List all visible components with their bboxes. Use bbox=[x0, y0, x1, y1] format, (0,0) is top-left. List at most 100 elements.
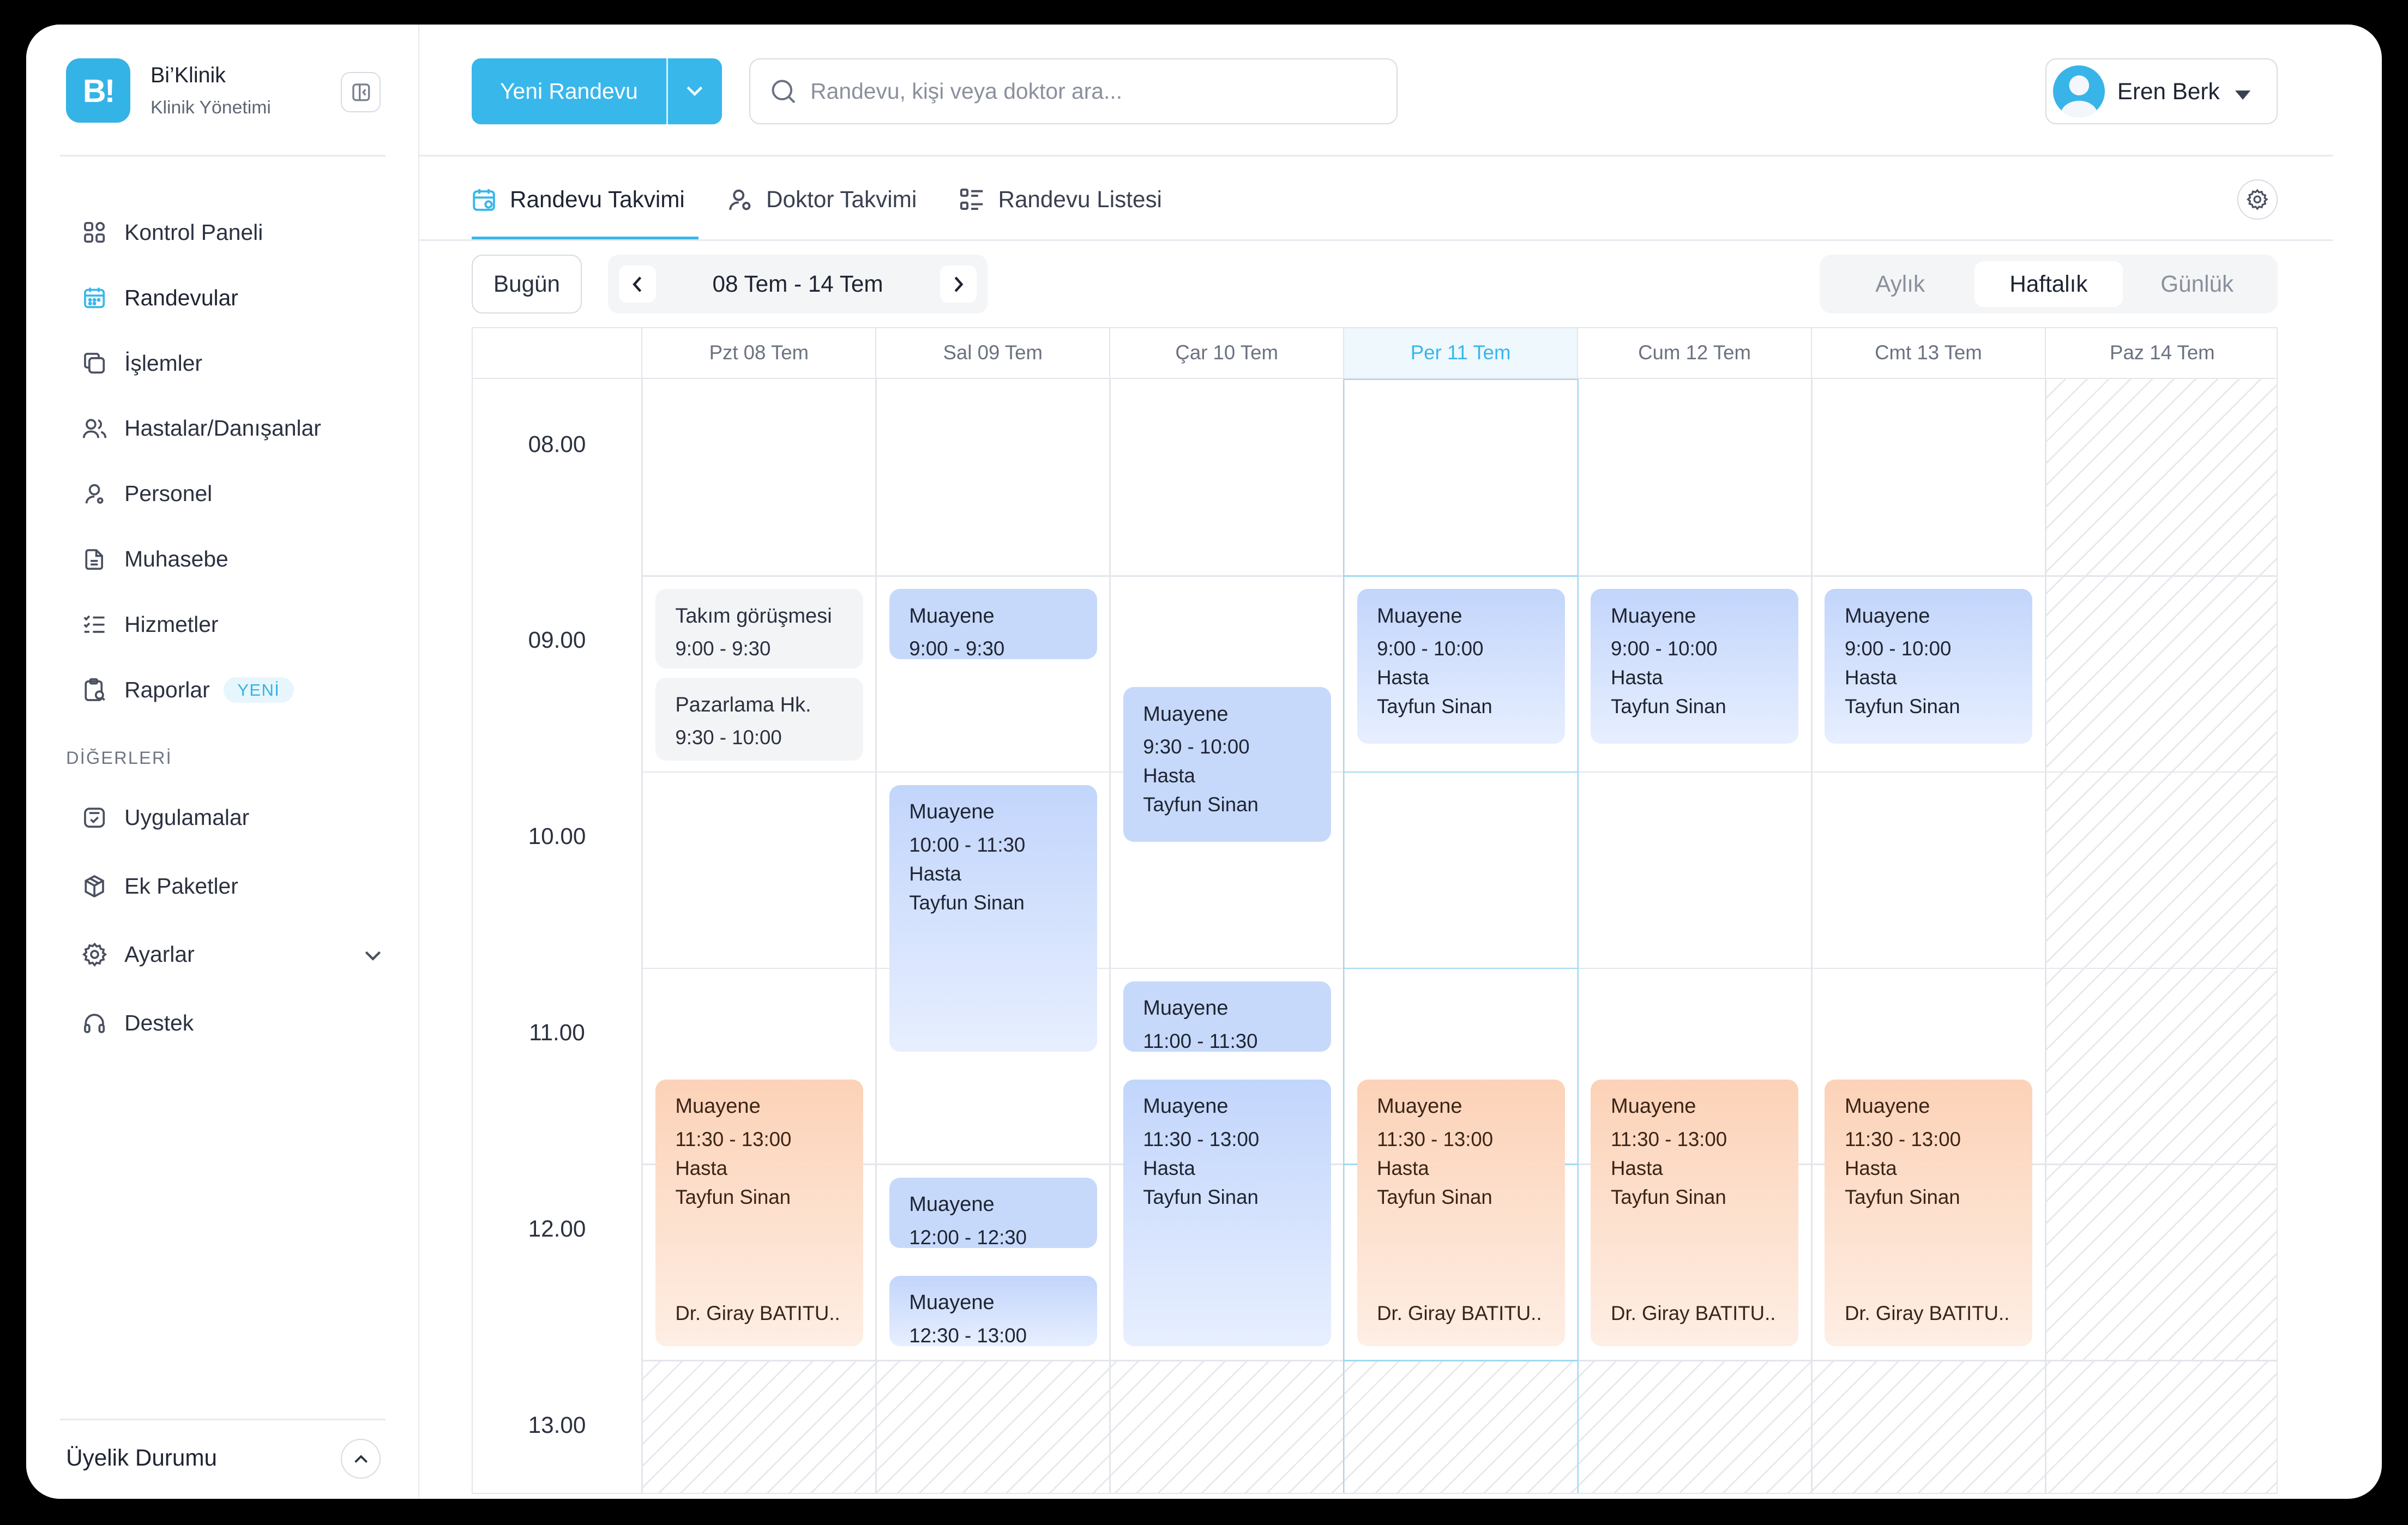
appointment-card[interactable]: Muayene 9:00 - 10:00 Hasta Tayfun Sinan bbox=[1825, 589, 2033, 744]
new-badge: YENİ bbox=[224, 677, 294, 703]
appointment-card[interactable]: Muayene9:00 - 9:30HastaTayfun Sinan bbox=[889, 589, 1097, 660]
chevron-down-icon bbox=[687, 86, 703, 97]
grid-hline bbox=[641, 967, 2277, 969]
appointment-card[interactable]: Pazarlama Hk. 9:30 - 10:00 bbox=[655, 678, 863, 761]
today-button[interactable]: Bugün bbox=[471, 255, 582, 314]
appointment-card[interactable]: Muayene 10:00 - 11:30 Hasta Tayfun Sinan bbox=[889, 785, 1097, 1052]
appointment-time: 9:30 - 10:00 bbox=[1143, 736, 1250, 758]
appointment-title: Muayene bbox=[1611, 604, 1696, 628]
appointment-title: Pazarlama Hk. bbox=[675, 693, 811, 716]
sidebar-item-label: Uygulamalar bbox=[124, 804, 250, 830]
view-monthly[interactable]: Aylık bbox=[1826, 261, 1974, 307]
calendar-settings-button[interactable] bbox=[2237, 179, 2278, 220]
day-header[interactable]: Cmt 13 Tem bbox=[1810, 328, 2045, 379]
tab-randevu-takvimi[interactable]: Randevu Takvimi bbox=[472, 178, 685, 221]
appointment-card[interactable]: Muayene11:00 - 11:30HastaTayfun Sinan bbox=[1123, 981, 1331, 1052]
day-header[interactable]: Sal 09 Tem bbox=[875, 328, 1110, 379]
unavailable-day-hatch bbox=[2044, 378, 2277, 1493]
appointment-card[interactable]: Muayene 9:00 - 10:00 Hasta Tayfun Sinan bbox=[1357, 589, 1565, 744]
search-box[interactable] bbox=[749, 58, 1398, 125]
appointment-time: 11:30 - 13:00 bbox=[1377, 1128, 1494, 1151]
chevron-up-icon bbox=[354, 1455, 368, 1463]
sidebar-item-ayarlar[interactable]: Ayarlar bbox=[81, 920, 388, 989]
divider bbox=[419, 155, 2333, 157]
day-header[interactable]: Çar 10 Tem bbox=[1109, 328, 1344, 379]
appointment-title: Muayene bbox=[1143, 997, 1229, 1020]
appointment-title: Muayene bbox=[1844, 604, 1930, 628]
appointment-card[interactable]: Muayene 11:30 - 13:00 Hasta Tayfun Sinan Dr.… bbox=[1357, 1079, 1565, 1347]
appointment-time: 9:00 - 9:30 bbox=[675, 637, 771, 660]
grid-vline bbox=[2044, 378, 2046, 1493]
tab-doktor-takvimi[interactable]: Doktor Takvimi bbox=[728, 178, 917, 221]
appointment-type: Hasta bbox=[1611, 666, 1663, 689]
appointment-title: Muayene bbox=[909, 604, 995, 628]
nav-section-title: DİĞERLERİ bbox=[66, 748, 172, 768]
appointment-card[interactable]: Muayene 11:30 - 13:00 Hasta Tayfun Sinan bbox=[1123, 1079, 1331, 1347]
appointment-doctor: Dr. Giray BATITU.. bbox=[1377, 1302, 1542, 1325]
appointment-time: 9:00 - 10:00 bbox=[1844, 637, 1952, 660]
sidebar-item-hizmetler[interactable]: Hizmetler bbox=[81, 592, 388, 658]
divider bbox=[666, 58, 669, 125]
day-header[interactable]: Per 11 Tem bbox=[1343, 328, 1578, 379]
hour-label: 08.00 bbox=[528, 431, 586, 457]
sidebar-item-label: Randevular bbox=[124, 285, 238, 310]
gear-icon bbox=[2247, 189, 2268, 210]
sidebar-item-personel[interactable]: Personel bbox=[81, 461, 388, 527]
appointment-type: Hasta bbox=[1377, 666, 1429, 689]
sidebar-item-hastalar[interactable]: Hastalar/Danışanlar bbox=[81, 396, 388, 461]
search-input[interactable] bbox=[810, 79, 1364, 105]
appointment-doctor: Dr. Giray BATITU.. bbox=[675, 1302, 840, 1325]
appointment-person: Tayfun Sinan bbox=[909, 891, 1025, 914]
sidebar-item-ek-paketler[interactable]: Ek Paketler bbox=[81, 852, 388, 920]
sidebar-item-uygulamalar[interactable]: Uygulamalar bbox=[81, 783, 388, 852]
appointment-type: Hasta bbox=[1844, 666, 1897, 689]
previous-week-button[interactable] bbox=[618, 266, 656, 303]
appointment-card[interactable]: Muayene 11:30 - 13:00 Hasta Tayfun Sinan Dr.… bbox=[655, 1079, 863, 1347]
day-header[interactable]: Pzt 08 Tem bbox=[641, 328, 876, 379]
collapse-sidebar-button[interactable] bbox=[341, 72, 381, 112]
sidebar-item-label: Destek bbox=[124, 1010, 194, 1036]
appointment-time: 11:00 - 11:30 bbox=[1143, 1030, 1258, 1052]
main-nav: Kontrol Paneli Randevular İşlemler Hasta… bbox=[81, 200, 388, 723]
appointment-person: Tayfun Sinan bbox=[1844, 1186, 1960, 1209]
sidebar-item-label: Kontrol Paneli bbox=[124, 219, 263, 245]
next-week-button[interactable] bbox=[940, 266, 977, 303]
grid-vline bbox=[641, 378, 643, 1493]
grid-hline bbox=[641, 1360, 2277, 1362]
appointment-card[interactable]: Muayene12:00 - 12:30HastaTayfun Sinan bbox=[889, 1177, 1097, 1249]
new-appointment-button[interactable]: Yeni Randevu bbox=[471, 58, 722, 125]
day-header[interactable]: Cum 12 Tem bbox=[1577, 328, 1811, 379]
view-daily[interactable]: Günlük bbox=[2123, 261, 2271, 307]
grid-hline bbox=[641, 771, 2277, 773]
brand[interactable]: B! Bi’Klinik Klinik Yönetimi bbox=[66, 58, 271, 123]
day-header[interactable]: Paz 14 Tem bbox=[2044, 328, 2277, 379]
membership-status-label[interactable]: Üyelik Durumu bbox=[66, 1445, 217, 1471]
appointment-card[interactable]: Muayene 11:30 - 13:00 Hasta Tayfun Sinan Dr.… bbox=[1825, 1079, 2033, 1347]
appointment-title: Muayene bbox=[909, 1193, 995, 1216]
appointment-person: Tayfun Sinan bbox=[1611, 1186, 1726, 1209]
sidebar-item-destek[interactable]: Destek bbox=[81, 989, 388, 1058]
list-icon bbox=[960, 188, 984, 211]
sidebar-item-muhasebe[interactable]: Muhasebe bbox=[81, 527, 388, 592]
user-menu[interactable]: Eren Berk bbox=[2045, 58, 2278, 125]
membership-toggle-button[interactable] bbox=[341, 1438, 381, 1479]
appointment-person: Tayfun Sinan bbox=[1143, 793, 1259, 816]
sidebar-item-raporlar[interactable]: Raporlar YENİ bbox=[81, 658, 388, 723]
appointment-card[interactable]: Takım görüşmesi 9:00 - 9:30 bbox=[655, 589, 863, 669]
new-appointment-label[interactable]: Yeni Randevu bbox=[472, 79, 667, 104]
tab-randevu-listesi[interactable]: Randevu Listesi bbox=[960, 178, 1162, 221]
appointment-card[interactable]: Muayene12:30 - 13:00HastaTayfun Sinan bbox=[889, 1275, 1097, 1347]
dashboard-icon bbox=[81, 219, 107, 245]
appointment-card[interactable]: Muayene 9:00 - 10:00 Hasta Tayfun Sinan bbox=[1591, 589, 1799, 744]
sidebar-item-kontrol-paneli[interactable]: Kontrol Paneli bbox=[81, 200, 388, 265]
sidebar-item-label: Personel bbox=[124, 481, 213, 507]
appointment-type: Hasta bbox=[909, 863, 961, 885]
appointment-card[interactable]: Muayene 11:30 - 13:00 Hasta Tayfun Sinan Dr.… bbox=[1591, 1079, 1799, 1347]
view-weekly[interactable]: Haftalık bbox=[1974, 261, 2123, 308]
sidebar-item-randevular[interactable]: Randevular bbox=[81, 265, 388, 330]
new-appointment-dropdown[interactable] bbox=[668, 85, 722, 98]
appointment-type: Hasta bbox=[1143, 764, 1195, 787]
appointment-card[interactable]: Muayene 9:30 - 10:00 Hasta Tayfun Sinan bbox=[1123, 687, 1331, 842]
chevron-down-icon[interactable] bbox=[364, 942, 382, 967]
sidebar-item-islemler[interactable]: İşlemler bbox=[81, 330, 388, 396]
